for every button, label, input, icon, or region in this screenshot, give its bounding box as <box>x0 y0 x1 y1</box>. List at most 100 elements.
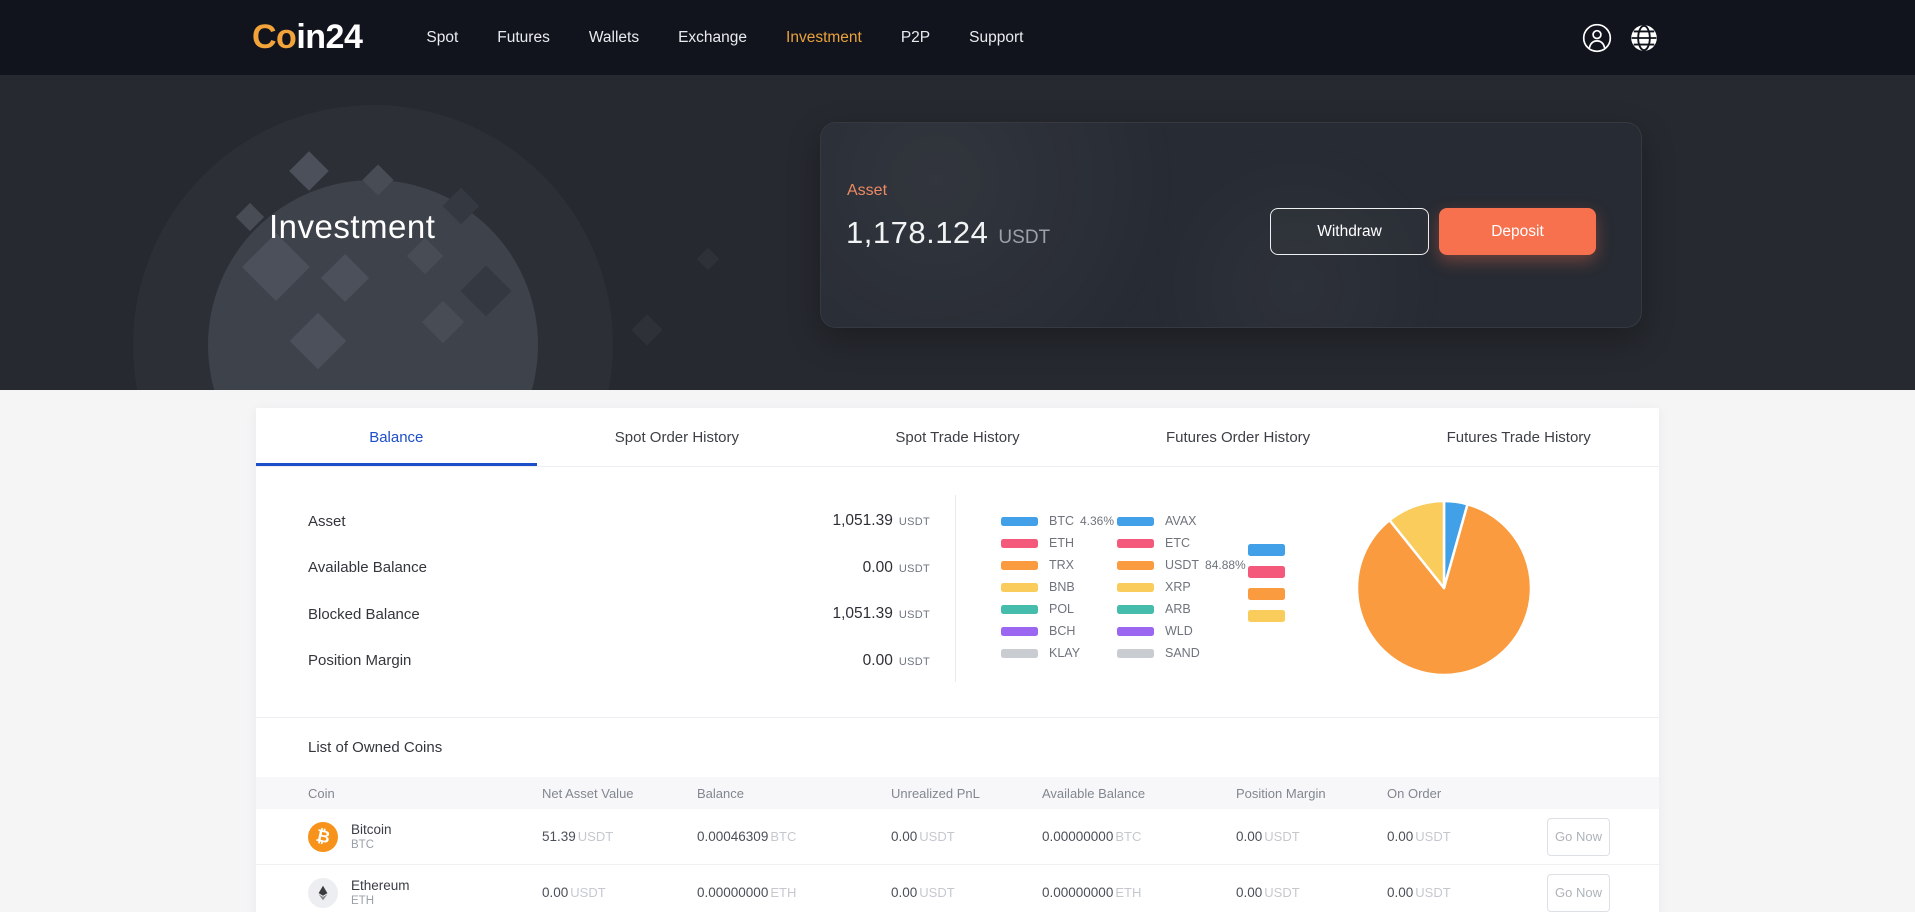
go-now-button-bitcoin[interactable]: Go Now <box>1547 818 1610 856</box>
legend-item-btc[interactable]: BTC4.36% <box>1001 510 1117 532</box>
balance-row-label: Blocked Balance <box>308 606 420 623</box>
legend-swatch <box>1117 539 1154 548</box>
legend-swatch <box>1117 649 1154 658</box>
withdraw-button[interactable]: Withdraw <box>1270 208 1429 255</box>
legend-pct: 84.88% <box>1205 558 1246 572</box>
legend-swatch <box>1001 517 1038 526</box>
column-header-coin: Coin <box>256 786 542 801</box>
asset-currency: USDT <box>998 227 1050 249</box>
cell-position-margin: 0.00USDT <box>1236 885 1387 900</box>
nav-item-investment[interactable]: Investment <box>786 29 862 47</box>
coin-symbol: ETH <box>351 895 410 907</box>
legend-item-avax[interactable]: AVAX <box>1117 510 1248 532</box>
asset-value-row: 1,178.124 USDT <box>846 215 1050 251</box>
balance-row-unit: USDT <box>899 563 930 575</box>
balance-row-value: 1,051.39 <box>833 512 893 530</box>
asset-label: Asset <box>847 182 887 200</box>
user-account-icon[interactable] <box>1581 22 1613 54</box>
legend-column-2: AVAX ETC USDT84.88% XRP ARB WLD SAND <box>1117 510 1248 664</box>
legend-item-eth[interactable]: ETH <box>1001 532 1117 554</box>
legend-pct: 4.36% <box>1080 514 1114 528</box>
nav-item-exchange[interactable]: Exchange <box>678 29 747 47</box>
balance-row-unit: USDT <box>899 609 930 621</box>
ethereum-icon <box>308 878 338 908</box>
tab-bar: Balance Spot Order History Spot Trade Hi… <box>256 408 1659 467</box>
cell-balance: 0.00000000ETH <box>697 885 891 900</box>
legend-item-pol[interactable]: POL <box>1001 598 1117 620</box>
cell-unrealized-pnl: 0.00USDT <box>891 885 1042 900</box>
cell-unrealized-pnl: 0.00USDT <box>891 829 1042 844</box>
main-nav: Spot Futures Wallets Exchange Investment… <box>426 29 1023 47</box>
legend-item-usdt[interactable]: USDT84.88% <box>1117 554 1248 576</box>
legend-item-arb[interactable]: ARB <box>1117 598 1248 620</box>
coin-cell: ₿ Bitcoin BTC <box>256 822 542 852</box>
legend-item-sand[interactable]: SAND <box>1117 642 1248 664</box>
tab-spot-trade-history[interactable]: Spot Trade History <box>817 408 1098 466</box>
legend-swatch <box>1248 566 1285 578</box>
cell-on-order: 0.00USDT <box>1387 829 1547 844</box>
vertical-divider <box>955 495 956 682</box>
legend-item-klay[interactable]: KLAY <box>1001 642 1117 664</box>
legend-swatch <box>1117 583 1154 592</box>
cell-net-asset-value: 51.39USDT <box>542 829 697 844</box>
brand-logo-gold: Co <box>252 18 296 56</box>
cell-available-balance: 0.00000000ETH <box>1042 885 1236 900</box>
column-header-balance: Balance <box>697 786 891 801</box>
nav-item-p2p[interactable]: P2P <box>901 29 930 47</box>
balance-row-unit: USDT <box>899 656 930 668</box>
tab-balance[interactable]: Balance <box>256 408 537 466</box>
legend-item-trx[interactable]: TRX <box>1001 554 1117 576</box>
legend-swatch <box>1001 583 1038 592</box>
language-globe-icon[interactable] <box>1630 24 1658 52</box>
nav-item-spot[interactable]: Spot <box>426 29 458 47</box>
nav-item-support[interactable]: Support <box>969 29 1023 47</box>
legend-swatch <box>1001 561 1038 570</box>
bitcoin-icon: ₿ <box>308 822 338 852</box>
legend-swatch <box>1001 605 1038 614</box>
allocation-pie[interactable] <box>1354 498 1534 678</box>
coin-name: Bitcoin <box>351 822 392 837</box>
legend-column-1: BTC4.36% ETH TRX BNB POL BCH KLAY <box>1001 510 1117 664</box>
legend-item-xrp[interactable]: XRP <box>1117 576 1248 598</box>
legend-item-etc[interactable]: ETC <box>1117 532 1248 554</box>
deposit-button[interactable]: Deposit <box>1439 208 1596 255</box>
legend-swatch <box>1248 544 1285 556</box>
column-header-unrealized-pnl: Unrealized PnL <box>891 786 1042 801</box>
tab-futures-trade-history[interactable]: Futures Trade History <box>1378 408 1659 466</box>
tab-futures-order-history[interactable]: Futures Order History <box>1098 408 1379 466</box>
go-now-button-ethereum[interactable]: Go Now <box>1547 874 1610 912</box>
allocation-legend: BTC4.36% ETH TRX BNB POL BCH KLAY AVAX E… <box>1001 510 1288 664</box>
balance-row-value: 1,051.39 <box>833 605 893 623</box>
main-card: Balance Spot Order History Spot Trade Hi… <box>256 408 1659 912</box>
balance-row-unit: USDT <box>899 516 930 528</box>
legend-swatch <box>1117 517 1154 526</box>
table-row-bitcoin: ₿ Bitcoin BTC 51.39USDT 0.00046309BTC 0.… <box>256 809 1659 865</box>
legend-swatch <box>1001 539 1038 548</box>
balance-row-label: Position Margin <box>308 652 411 669</box>
column-header-position-margin: Position Margin <box>1236 786 1387 801</box>
decorative-diamond <box>697 248 720 271</box>
legend-item-wld[interactable]: WLD <box>1117 620 1248 642</box>
balance-row-available: Available Balance 0.00USDT <box>308 545 930 592</box>
legend-swatch <box>1117 561 1154 570</box>
nav-item-futures[interactable]: Futures <box>497 29 550 47</box>
owned-coins-heading: List of Owned Coins <box>256 718 1659 777</box>
nav-item-wallets[interactable]: Wallets <box>589 29 639 47</box>
legend-column-3 <box>1248 510 1288 664</box>
legend-item-bch[interactable]: BCH <box>1001 620 1117 642</box>
legend-item-bnb[interactable]: BNB <box>1001 576 1117 598</box>
navbar-right <box>1581 22 1658 54</box>
balance-list: Asset 1,051.39USDT Available Balance 0.0… <box>308 498 930 684</box>
table-row-ethereum: Ethereum ETH 0.00USDT 0.00000000ETH 0.00… <box>256 865 1659 912</box>
legend-swatch <box>1001 627 1038 636</box>
brand-logo[interactable]: Coin24 <box>252 18 362 57</box>
cell-on-order: 0.00USDT <box>1387 885 1547 900</box>
tab-spot-order-history[interactable]: Spot Order History <box>537 408 818 466</box>
column-header-available-balance: Available Balance <box>1042 786 1236 801</box>
legend-swatch <box>1117 605 1154 614</box>
allocation-pie-wrap <box>1354 498 1534 678</box>
balance-row-blocked: Blocked Balance 1,051.39 USDT <box>308 591 930 638</box>
coin-name: Ethereum <box>351 878 410 893</box>
legend-swatch <box>1117 627 1154 636</box>
column-header-net-asset-value: Net Asset Value <box>542 786 697 801</box>
